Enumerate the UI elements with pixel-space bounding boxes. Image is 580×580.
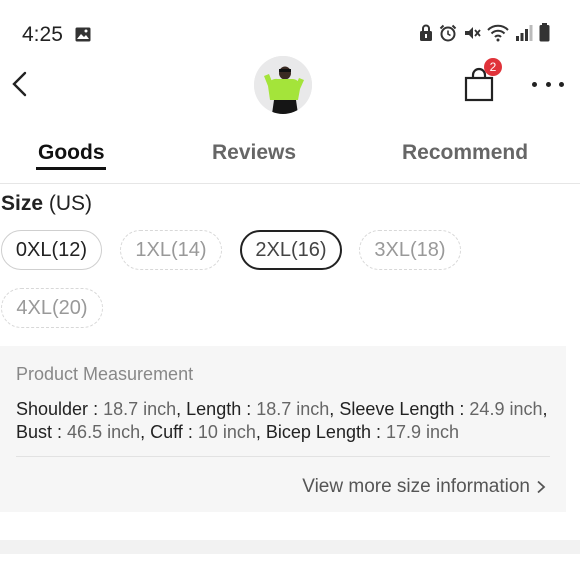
view-more-label: View more size information <box>302 476 530 497</box>
section-separator <box>0 540 580 554</box>
measure-value: 46.5 inch <box>67 422 141 442</box>
store-avatar[interactable] <box>254 56 312 114</box>
product-model-image <box>254 56 312 114</box>
more-options-button[interactable] <box>532 76 564 92</box>
size-unit: (US) <box>48 192 93 215</box>
more-dot-icon <box>545 81 551 87</box>
tab-goods[interactable]: Goods <box>38 141 105 165</box>
status-bar: 4:25 <box>0 0 580 60</box>
measure-value: 24.9 inch <box>469 399 543 419</box>
measure-name: Cuff <box>150 422 183 442</box>
size-option-0xl[interactable]: 0XL(12) <box>1 230 102 270</box>
battery-icon <box>539 23 550 47</box>
measure-value: 18.7 inch <box>103 399 177 419</box>
size-section-title: Size (US) <box>1 192 92 216</box>
measure-name: Shoulder <box>16 399 89 419</box>
more-dot-icon <box>532 81 537 87</box>
chevron-left-icon <box>12 71 27 97</box>
measure-name: Sleeve Length <box>339 399 455 419</box>
measure-value: 18.7 inch <box>256 399 330 419</box>
more-dot-icon <box>559 81 564 87</box>
measure-value: 17.9 inch <box>386 422 460 442</box>
tab-recommend[interactable]: Recommend <box>402 141 528 165</box>
size-option-1xl[interactable]: 1XL(14) <box>120 230 222 270</box>
mute-icon <box>463 24 481 47</box>
measure-name: Bicep Length <box>265 422 371 442</box>
active-tab-indicator <box>36 167 106 170</box>
wifi-icon <box>487 24 509 47</box>
measurement-title: Product Measurement <box>16 364 194 384</box>
status-icons <box>419 23 550 47</box>
back-button[interactable] <box>8 68 32 100</box>
size-option-2xl[interactable]: 2XL(16) <box>240 230 342 270</box>
measure-value: 10 inch <box>197 422 256 442</box>
product-measurement-panel: Product Measurement Shoulder : 18.7 inch… <box>0 346 566 512</box>
status-time: 4:25 <box>22 23 63 46</box>
view-more-size-info-link[interactable]: View more size information <box>302 476 546 498</box>
size-option-3xl[interactable]: 3XL(18) <box>359 230 461 270</box>
chevron-right-icon <box>537 480 546 494</box>
navigation-bar: 2 <box>0 56 580 116</box>
size-option-4xl[interactable]: 4XL(20) <box>1 288 103 328</box>
divider <box>16 456 550 457</box>
measurement-details: Shoulder : 18.7 inch, Length : 18.7 inch… <box>16 399 548 442</box>
gallery-notification-icon <box>75 27 91 42</box>
measure-name: Length <box>186 399 242 419</box>
cart-count-badge: 2 <box>484 58 502 76</box>
alarm-icon <box>439 24 457 47</box>
signal-icon <box>515 24 533 46</box>
tab-bar: Goods Reviews Recommend <box>0 128 580 184</box>
lock-icon <box>419 24 433 47</box>
tab-reviews[interactable]: Reviews <box>212 141 296 165</box>
measure-name: Bust <box>16 422 53 442</box>
size-label: Size <box>1 192 44 215</box>
